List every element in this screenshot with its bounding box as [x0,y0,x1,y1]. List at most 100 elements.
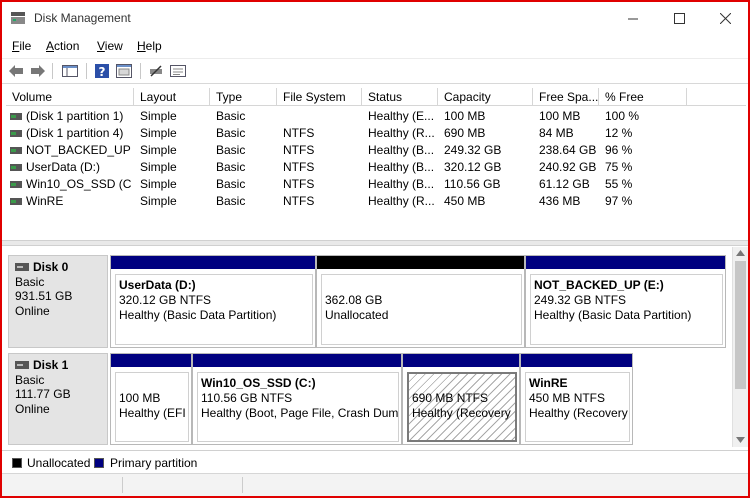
legend-swatch-primary [94,458,104,468]
close-button[interactable] [702,2,748,34]
partition-recovery-selected[interactable]: 690 MB NTFS Healthy (Recovery Partition) [402,353,520,445]
disk-0-label[interactable]: Disk 0 Basic 931.51 GB Online [8,255,108,348]
settings-button[interactable] [168,62,188,80]
column-header-free-space[interactable]: Free Spa... [533,88,599,106]
column-header-status[interactable]: Status [362,88,438,106]
properties-icon [116,64,132,78]
volume-file-system: NTFS [283,160,315,174]
disk-map-scrollbar[interactable] [732,247,748,447]
menu-view[interactable]: View [97,39,123,53]
partition-body: 100 MB Healthy (EFI System Partition) [115,372,189,442]
partition-efi[interactable]: 100 MB Healthy (EFI System Partition) [110,353,192,445]
legend-label-unallocated: Unallocated [27,456,91,470]
volume-status: Healthy (R... [368,126,435,140]
volume-file-system: NTFS [283,126,315,140]
partition-size: 100 MB [119,391,161,405]
volume-layout: Simple [140,194,177,208]
partition-body: UserData (D:) 320.12 GB NTFS Healthy (Ba… [115,274,313,345]
back-arrow-icon [9,65,23,77]
partition-size: 362.08 GB [325,293,383,307]
volume-capacity: 690 MB [444,126,486,140]
toolbar-separator [140,63,141,79]
volume-drive-icon [10,164,22,171]
show-hide-tree-button[interactable] [60,62,80,80]
partition-userdata[interactable]: UserData (D:) 320.12 GB NTFS Healthy (Ba… [110,255,316,348]
table-row[interactable]: UserData (D:) Simple Basic NTFS Healthy (B..… [6,159,746,176]
menu-help[interactable]: Help [137,39,162,53]
menu-help-label: elp [145,39,162,53]
partition-name: WinRE [529,376,568,390]
column-header-layout[interactable]: Layout [134,88,210,106]
show-hide-tree-icon [62,65,78,77]
volume-type: Basic [216,143,246,157]
disk-1-name: Disk 1 [33,358,69,372]
volume-layout: Simple [140,109,177,123]
volume-status: Healthy (R... [368,194,435,208]
help-button[interactable]: ? [92,62,112,80]
partition-status: Healthy (Recovery Partition) [412,406,515,420]
partition-size: 320.12 GB NTFS [119,293,212,307]
volume-layout: Simple [140,160,177,174]
column-header-percent-free[interactable]: % Free [599,88,687,106]
column-header-type[interactable]: Type [210,88,277,106]
help-icon: ? [95,64,109,79]
table-row[interactable]: (Disk 1 partition 1) Simple Basic Healthy (… [6,108,746,125]
forward-button[interactable] [28,62,48,80]
partition-bar-primary [526,256,725,269]
column-header-file-system[interactable]: File System [277,88,362,106]
partition-status: Healthy (Basic Data Partition) [534,308,692,322]
partition-status: Healthy (EFI System Partition) [119,406,188,420]
properties-button[interactable] [114,62,134,80]
legend-label-primary: Primary partition [110,456,198,470]
disk-management-window: Disk Management File Action View Help ? [0,0,750,498]
partition-winre[interactable]: WinRE 450 MB NTFS Healthy (Recovery Part… [520,353,633,445]
volume-status: Healthy (B... [368,177,435,191]
minimize-icon [627,18,638,19]
partition-name: NOT_BACKED_UP (E:) [534,278,664,292]
volume-status: Healthy (B... [368,143,435,157]
table-row[interactable]: Win10_OS_SSD (C:) Simple Basic NTFS Healthy … [6,176,746,193]
menu-file[interactable]: File [12,39,31,53]
column-header-capacity[interactable]: Capacity [438,88,533,106]
column-header-volume[interactable]: Volume [6,88,134,106]
menu-action-label: ction [54,39,80,53]
table-row[interactable]: WinRE Simple Basic NTFS Healthy (R... 450 MB 4… [6,193,746,210]
disk-1-label[interactable]: Disk 1 Basic 111.77 GB Online [8,353,108,445]
volume-name: WinRE [26,194,64,208]
rescan-button[interactable] [146,62,166,80]
volume-file-system: NTFS [283,143,315,157]
partition-size: 110.56 GB NTFS [201,391,293,405]
partition-bar-primary [111,256,315,269]
maximize-button[interactable] [656,2,702,34]
disk-0-name: Disk 0 [33,260,69,274]
menu-action[interactable]: Action [46,39,79,53]
back-button[interactable] [6,62,26,80]
volume-type: Basic [216,109,246,123]
volume-name: (Disk 1 partition 1) [26,109,124,123]
volume-name: UserData (D:) [26,160,101,174]
partition-not-backed-up[interactable]: NOT_BACKED_UP (E:) 249.32 GB NTFS Health… [525,255,726,348]
maximize-icon [673,12,685,24]
volume-drive-icon [10,181,22,188]
minimize-button[interactable] [610,2,656,34]
volume-percent-free: 100 % [605,109,640,123]
partition-bar-primary [193,354,401,367]
partition-status: Healthy (Basic Data Partition) [119,308,277,322]
volume-status: Healthy (B... [368,160,435,174]
partition-win10-os[interactable]: Win10_OS_SSD (C:) 110.56 GB NTFS Healthy… [192,353,402,445]
partition-unallocated[interactable]: 362.08 GB Unallocated [316,255,525,348]
scroll-up-icon [736,250,745,256]
partition-body: WinRE 450 MB NTFS Healthy (Recovery Part… [525,372,630,442]
table-row[interactable]: (Disk 1 partition 4) Simple Basic NTFS Healt… [6,125,746,142]
disk-0-size: 931.51 GB [15,289,73,303]
table-row[interactable]: NOT_BACKED_UP ... Simple Basic NTFS Healthy … [6,142,746,159]
scroll-thumb[interactable] [735,261,746,389]
pane-splitter[interactable] [2,240,748,246]
volume-layout: Simple [140,143,177,157]
volume-drive-icon [10,130,22,137]
volume-free-space: 240.92 GB [539,160,597,174]
legend: Unallocated Primary partition [2,450,748,472]
volume-drive-icon [10,198,22,205]
volume-free-space: 61.12 GB [539,177,590,191]
menu-bar: File Action View Help [2,35,748,57]
